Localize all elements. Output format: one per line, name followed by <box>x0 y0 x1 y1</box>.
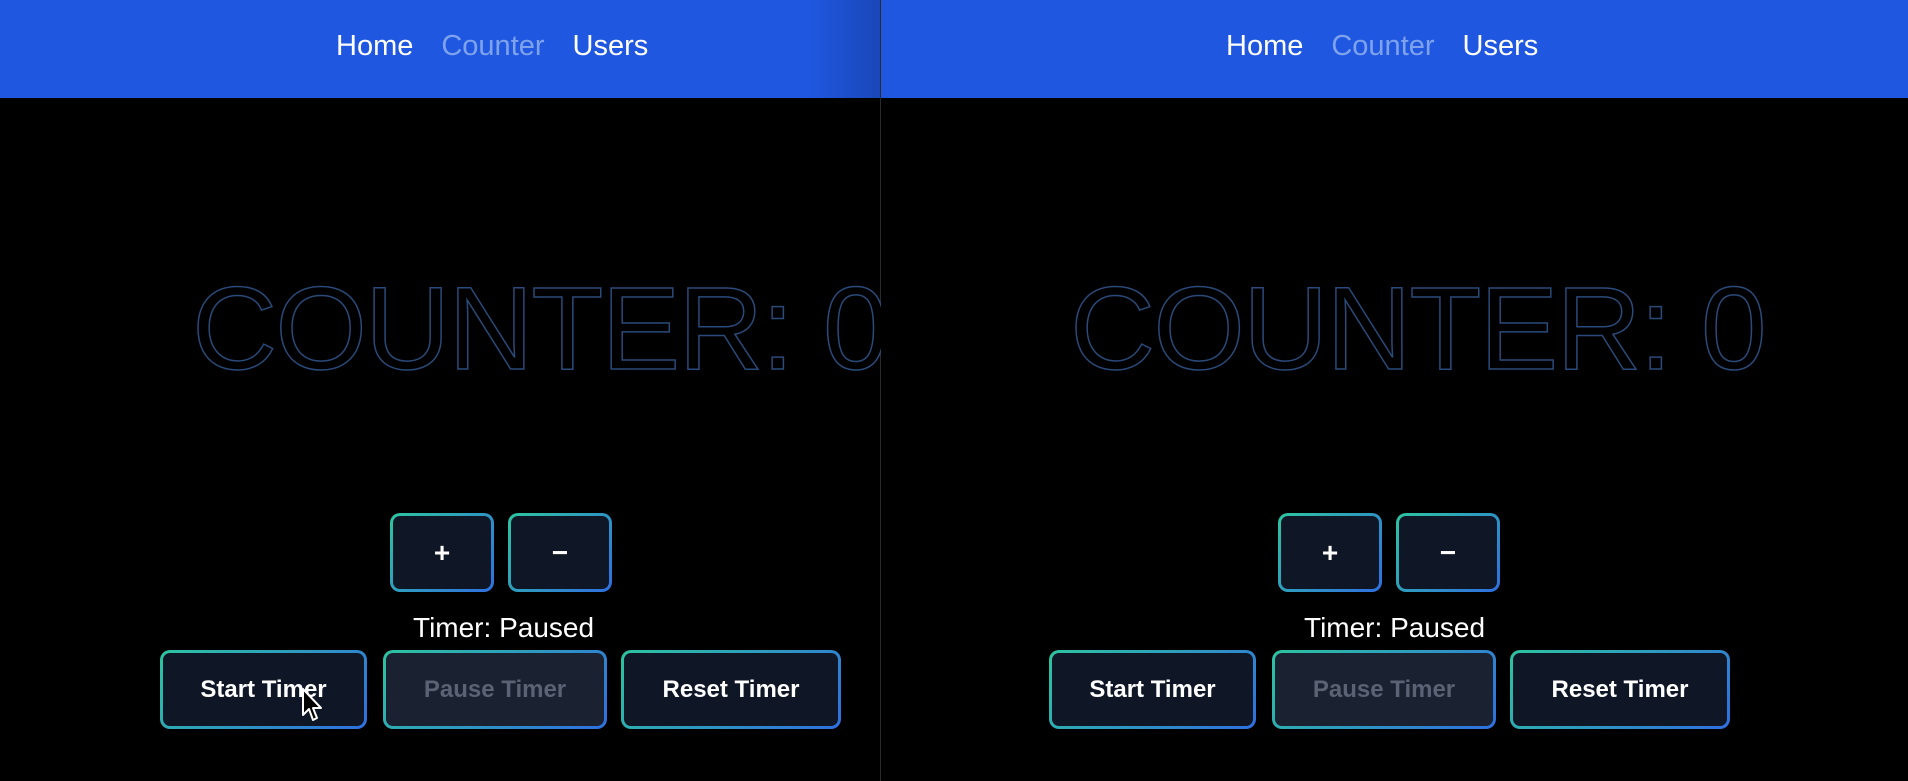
nav-users-link[interactable]: Users <box>573 30 649 63</box>
start-timer-button[interactable]: Start Timer <box>160 650 367 729</box>
nav-links: Home Counter Users <box>1226 30 1538 63</box>
timer-status: Timer: Paused <box>413 612 595 643</box>
increment-button[interactable]: + <box>1278 513 1382 592</box>
pause-timer-button[interactable]: Pause Timer <box>383 650 607 729</box>
decrement-button[interactable]: − <box>1396 513 1500 592</box>
counter-title: COUNTER: 0 <box>191 263 889 395</box>
left-pane: Home Counter Users COUNTER: 0 + − Timer:… <box>0 0 889 781</box>
pause-timer-button[interactable]: Pause Timer <box>1272 650 1496 729</box>
reset-timer-button[interactable]: Reset Timer <box>621 650 841 729</box>
nav-home-link[interactable]: Home <box>336 30 413 63</box>
split-view: Home Counter Users COUNTER: 0 + − Timer:… <box>0 0 1908 781</box>
navbar: Home Counter Users <box>0 0 880 98</box>
timer-status: Timer: Paused <box>1304 612 1486 643</box>
nav-users-link[interactable]: Users <box>1463 30 1539 63</box>
nav-counter-link[interactable]: Counter <box>1331 30 1434 63</box>
increment-button[interactable]: + <box>390 513 494 592</box>
navbar: Home Counter Users <box>881 0 1908 98</box>
decrement-button[interactable]: − <box>508 513 612 592</box>
reset-timer-button[interactable]: Reset Timer <box>1510 650 1730 729</box>
counter-title: COUNTER: 0 <box>1069 263 1767 395</box>
nav-links: Home Counter Users <box>336 30 648 63</box>
nav-counter-link[interactable]: Counter <box>441 30 544 63</box>
start-timer-button[interactable]: Start Timer <box>1049 650 1256 729</box>
nav-home-link[interactable]: Home <box>1226 30 1303 63</box>
right-pane: Home Counter Users COUNTER: 0 + − Timer:… <box>881 0 1908 781</box>
